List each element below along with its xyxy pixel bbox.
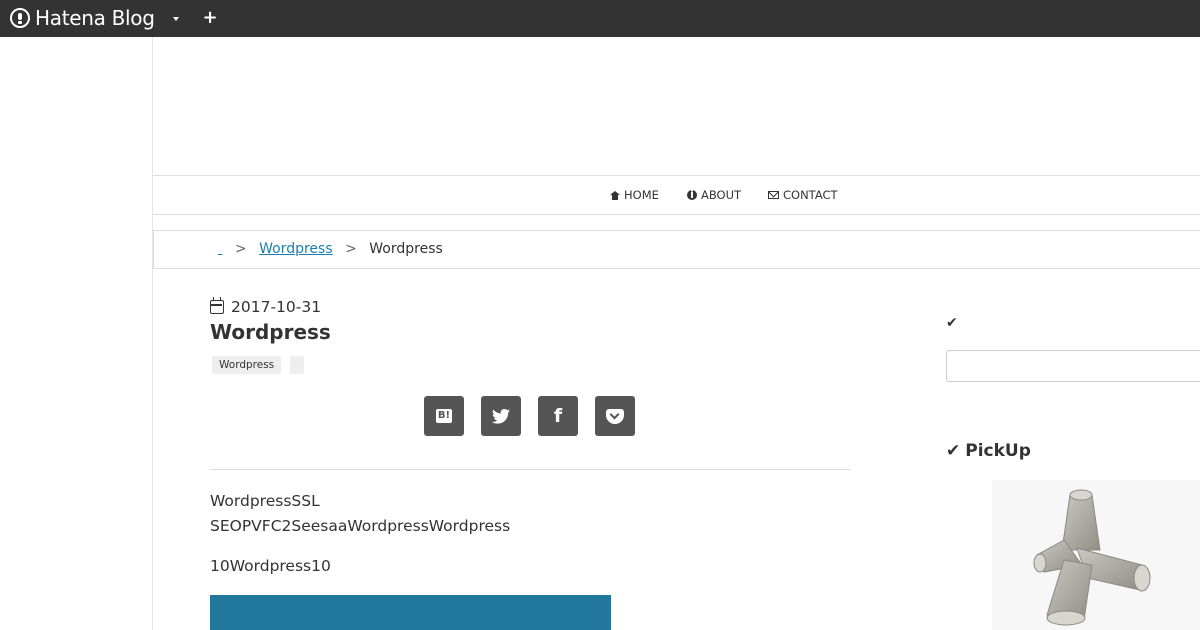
sidebar-pickup-heading: ✔ PickUp bbox=[946, 441, 1031, 461]
twitter-icon bbox=[492, 408, 510, 424]
info-icon: i bbox=[687, 189, 697, 200]
facebook-icon: f bbox=[553, 405, 563, 427]
home-icon bbox=[610, 190, 620, 200]
nav-contact-link[interactable]: CONTACT bbox=[768, 188, 838, 202]
article-title[interactable]: Wordpress bbox=[210, 320, 331, 344]
article-paragraph: WordpressSSL SEOPVFC2SeesaaWordpressWord… bbox=[210, 489, 510, 539]
calendar-icon bbox=[210, 297, 224, 314]
breadcrumb-category-link[interactable]: Wordpress bbox=[259, 241, 333, 257]
global-nav: HOME i ABOUT CONTACT bbox=[153, 175, 1200, 215]
nav-contact-label: CONTACT bbox=[783, 188, 838, 202]
article-tags: Wordpress bbox=[212, 356, 305, 374]
hatena-bookmark-icon: B! bbox=[435, 409, 453, 423]
article-date-text[interactable]: 2017-10-31 bbox=[231, 298, 321, 316]
breadcrumb-current: Wordpress bbox=[369, 241, 443, 257]
page-left-divider bbox=[152, 37, 153, 630]
article-tag[interactable]: Wordpress bbox=[212, 356, 282, 374]
twitter-share-button[interactable] bbox=[481, 396, 521, 436]
article-tag[interactable] bbox=[290, 356, 305, 374]
hatena-topbar: Hatena Blog + bbox=[0, 0, 1200, 37]
pickup-thumbnail[interactable] bbox=[992, 480, 1200, 630]
check-icon: ✔ bbox=[946, 441, 961, 461]
nav-about-link[interactable]: i ABOUT bbox=[687, 188, 741, 202]
breadcrumb-home-link[interactable] bbox=[218, 241, 222, 257]
article-date: 2017-10-31 bbox=[210, 297, 321, 316]
sidebar-search-input[interactable] bbox=[946, 350, 1200, 382]
nav-home-link[interactable]: HOME bbox=[610, 188, 659, 202]
breadcrumb: > Wordpress > Wordpress bbox=[153, 230, 1200, 269]
plus-icon[interactable]: + bbox=[200, 7, 220, 29]
hatena-logo-icon[interactable] bbox=[10, 8, 30, 28]
caret-down-icon[interactable] bbox=[168, 11, 184, 27]
envelope-icon bbox=[768, 191, 779, 199]
nav-home-label: HOME bbox=[624, 188, 659, 202]
article-paragraph: 10Wordpress10 bbox=[210, 557, 331, 575]
nav-about-label: ABOUT bbox=[701, 188, 742, 202]
pocket-share-button[interactable] bbox=[595, 396, 635, 436]
hatena-bookmark-share-button[interactable]: B! bbox=[424, 396, 464, 436]
pocket-icon bbox=[606, 408, 624, 424]
facebook-share-button[interactable]: f bbox=[538, 396, 578, 436]
sidebar-check-icon: ✔ bbox=[946, 315, 958, 331]
pickup-title: PickUp bbox=[965, 441, 1031, 461]
article-text-line: SEOPVFC2SeesaaWordpressWordpress bbox=[210, 517, 511, 535]
hatena-blog-logo[interactable]: Hatena Blog bbox=[35, 5, 155, 31]
article-text-line: WordpressSSL bbox=[210, 492, 320, 510]
article-divider bbox=[210, 469, 850, 470]
breadcrumb-separator: > bbox=[234, 241, 247, 257]
article-image bbox=[210, 595, 611, 630]
tetrapod-image bbox=[1033, 489, 1151, 626]
breadcrumb-separator: > bbox=[345, 241, 357, 257]
